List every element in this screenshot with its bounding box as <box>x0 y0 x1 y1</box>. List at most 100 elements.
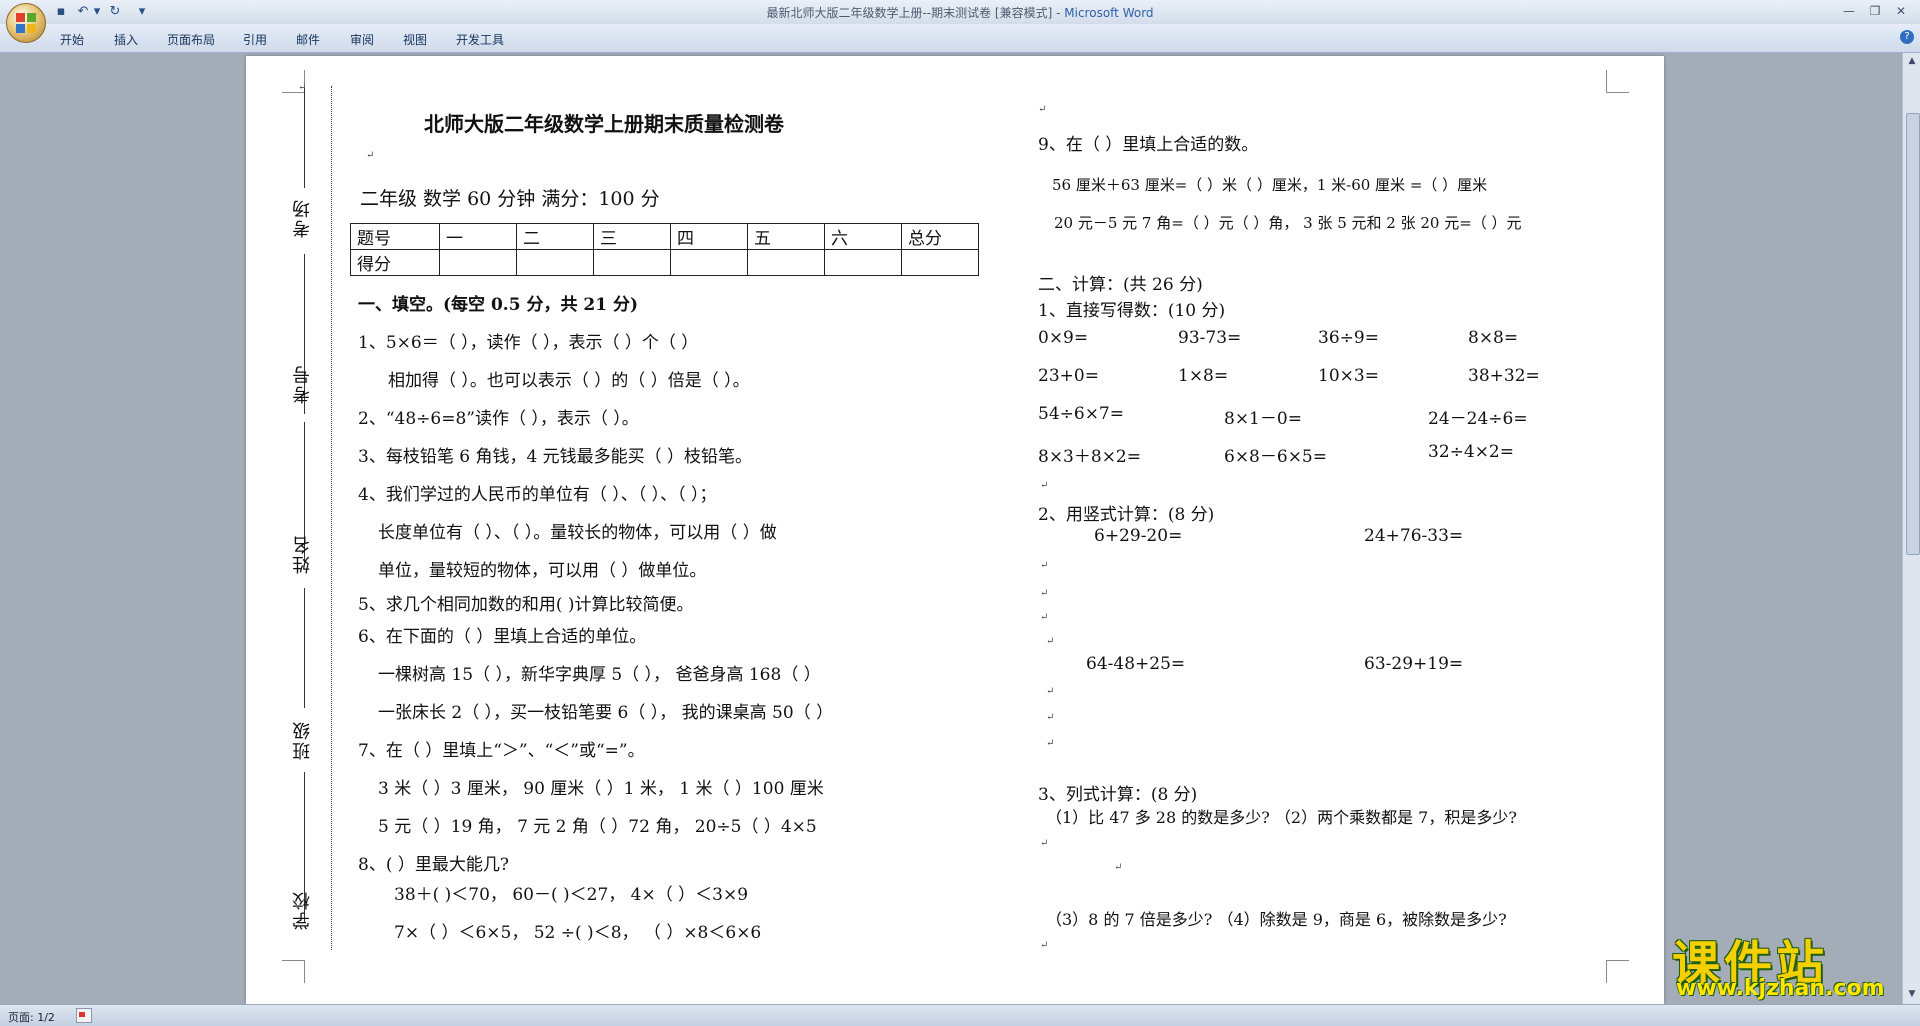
paragraph-mark: ↵ <box>366 150 375 161</box>
question-line[interactable]: 相加得（ ）。也可以表示（ ）的（ ）倍是（ ）。 <box>388 366 750 391</box>
table-cell-empty[interactable] <box>670 249 748 276</box>
table-cell[interactable]: 题号 <box>350 223 440 250</box>
exam-meta[interactable]: 二年级 数学 60 分钟 满分：100 分 <box>360 184 660 211</box>
calc-item[interactable]: 63-29+19= <box>1364 654 1463 674</box>
question-line[interactable]: 7×（ ）＜6×5， 52 ÷( )＜8， （ ）×8＜6×6 <box>394 918 761 943</box>
paragraph-mark: ↵ <box>1046 738 1055 749</box>
paragraph-mark: ↵ <box>1040 560 1049 571</box>
question-line[interactable]: 2、用竖式计算：(8 分) <box>1038 500 1214 525</box>
table-cell[interactable]: 一 <box>439 223 517 250</box>
question-line[interactable]: 3、每枝铅笔 6 角钱，4 元钱最多能买（ ）枝铅笔。 <box>358 442 752 467</box>
question-line[interactable]: 5、求几个相同加数的和用( )计算比较简便。 <box>358 590 693 615</box>
table-cell-empty[interactable] <box>439 249 517 276</box>
calc-item[interactable]: 1×8= <box>1178 366 1228 386</box>
table-cell-empty[interactable] <box>824 249 902 276</box>
calc-item[interactable]: 54÷6×7= <box>1038 404 1124 424</box>
tab-insert[interactable]: 插入 <box>114 31 138 48</box>
table-cell[interactable]: 得分 <box>350 249 440 276</box>
tab-review[interactable]: 审阅 <box>350 31 374 48</box>
question-line[interactable]: 一棵树高 15（ ），新华字典厚 5（ ）， 爸爸身高 168（ ） <box>378 660 821 685</box>
binding-label-name: 姓名 <box>292 534 313 574</box>
table-cell-empty[interactable] <box>901 249 979 276</box>
section-heading[interactable]: 一、填空。(每空 0.5 分，共 21 分) <box>358 290 638 315</box>
binding-line <box>304 88 305 188</box>
crop-mark <box>282 960 305 983</box>
paragraph-mark: ↵ <box>1038 104 1047 115</box>
calc-item[interactable]: 6×8－6×5= <box>1224 442 1327 467</box>
question-line[interactable]: 8、( ）里最大能几? <box>358 850 509 875</box>
calc-item[interactable]: 36÷9= <box>1318 328 1379 348</box>
table-cell[interactable]: 总分 <box>901 223 979 250</box>
calc-item[interactable]: 24－24÷6= <box>1428 404 1528 429</box>
question-line[interactable]: （1）比 47 多 28 的数是多少? （2）两个乘数都是 7，积是多少? <box>1046 804 1517 828</box>
exam-title[interactable]: 北师大版二年级数学上册期末质量检测卷 <box>424 108 784 137</box>
question-line[interactable]: 3 米（ ）3 厘米， 90 厘米（ ）1 米， 1 米（ ）100 厘米 <box>378 774 824 799</box>
restore-icon[interactable]: ❐ <box>1862 2 1888 20</box>
calc-item[interactable]: 93-73= <box>1178 328 1241 348</box>
vertical-scrollbar[interactable]: ▲ ▼ <box>1902 53 1920 1004</box>
help-icon[interactable]: ? <box>1900 30 1914 44</box>
app-name: Microsoft Word <box>1064 6 1154 20</box>
paragraph-mark: ↵ <box>1040 838 1049 849</box>
close-icon[interactable]: ✕ <box>1888 2 1914 20</box>
paragraph-mark: ↵ <box>1040 940 1049 951</box>
section-heading[interactable]: 二、计算：(共 26 分) <box>1038 270 1203 295</box>
proofing-icon[interactable] <box>76 1008 92 1023</box>
calc-item[interactable]: 8×1－0= <box>1224 404 1302 429</box>
tab-page-layout[interactable]: 页面布局 <box>167 31 215 48</box>
paragraph-mark: ↵ <box>1040 612 1049 623</box>
calc-item[interactable]: 6+29-20= <box>1094 526 1182 546</box>
table-cell[interactable]: 六 <box>824 223 902 250</box>
page-number-indicator[interactable]: 页面: 1/2 <box>8 1009 55 1025</box>
score-table-header-row: 题号 一 二 三 四 五 六 总分 <box>350 223 979 250</box>
title-bar: ▪ ↶ ▾ ↻ ▾ 最新北师大版二年级数学上册--期末测试卷 [兼容模式] - … <box>0 0 1920 24</box>
binding-dotted-line <box>331 86 332 950</box>
table-cell[interactable]: 三 <box>593 223 671 250</box>
table-cell[interactable]: 五 <box>747 223 825 250</box>
calc-item[interactable]: 0×9= <box>1038 328 1088 348</box>
status-bar: 页面: 1/2 <box>0 1004 1920 1026</box>
question-line[interactable]: 1、直接写得数：(10 分) <box>1038 296 1225 321</box>
tab-references[interactable]: 引用 <box>243 31 267 48</box>
question-line[interactable]: 一张床长 2（ ），买一枝铅笔要 6（ ）， 我的课桌高 50（ ） <box>378 698 833 723</box>
question-line[interactable]: 长度单位有（ ）、（ ）。量较长的物体，可以用（ ）做 <box>378 518 777 543</box>
calc-item[interactable]: 8×3＋8×2= <box>1038 442 1141 467</box>
question-line[interactable]: 6、在下面的（ ）里填上合适的单位。 <box>358 622 646 647</box>
question-line[interactable]: （3）8 的 7 倍是多少? （4）除数是 9，商是 6，被除数是多少? <box>1046 906 1507 930</box>
table-cell-empty[interactable] <box>593 249 671 276</box>
calc-item[interactable]: 10×3= <box>1318 366 1379 386</box>
question-line[interactable]: 4、我们学过的人民币的单位有（ ）、（ ）、（ ）； <box>358 480 717 505</box>
scroll-down-icon[interactable]: ▼ <box>1906 988 1918 1000</box>
tab-home[interactable]: 开始 <box>60 31 84 48</box>
question-line[interactable]: 38＋( )＜70， 60－( )＜27， 4×（ ）＜3×9 <box>394 880 748 905</box>
question-line[interactable]: 2、“48÷6=8”读作（ ），表示（ ）。 <box>358 404 639 429</box>
calc-item[interactable]: 23+0= <box>1038 366 1099 386</box>
calc-item[interactable]: 32÷4×2= <box>1428 442 1514 462</box>
tab-mailings[interactable]: 邮件 <box>296 31 320 48</box>
office-button[interactable] <box>6 3 46 43</box>
tab-developer[interactable]: 开发工具 <box>456 31 504 48</box>
crop-mark <box>1606 960 1629 983</box>
office-logo-icon <box>16 13 36 33</box>
question-line[interactable]: 7、在（ ）里填上“＞”、“＜”或“=”。 <box>358 736 645 761</box>
scrollbar-thumb[interactable] <box>1906 113 1920 555</box>
calc-item[interactable]: 24+76-33= <box>1364 526 1463 546</box>
table-cell[interactable]: 四 <box>670 223 748 250</box>
question-line[interactable]: 9、在（ ）里填上合适的数。 <box>1038 130 1258 155</box>
question-line[interactable]: 1、5×6＝（ ），读作（ ），表示（ ）个（ ） <box>358 328 698 353</box>
tab-view[interactable]: 视图 <box>403 31 427 48</box>
calc-item[interactable]: 8×8= <box>1468 328 1518 348</box>
document-page[interactable]: 考场 考号 姓名 班级 学校 ↵ 北师大版二年级数学上册期末质量检测卷 ↵ 二年… <box>246 56 1664 1004</box>
calc-item[interactable]: 64-48+25= <box>1086 654 1185 674</box>
question-line[interactable]: 56 厘米＋63 厘米=（ ）米（ ）厘米，1 米-60 厘米 =（ ）厘米 <box>1052 174 1487 195</box>
scroll-up-icon[interactable]: ▲ <box>1906 55 1918 67</box>
calc-item[interactable]: 38+32= <box>1468 366 1540 386</box>
question-line[interactable]: 5 元（ ）19 角， 7 元 2 角（ ）72 角， 20÷5（ ）4×5 <box>378 812 817 837</box>
question-line[interactable]: 3、列式计算：(8 分) <box>1038 780 1197 805</box>
minimize-icon[interactable]: — <box>1836 2 1862 20</box>
table-cell-empty[interactable] <box>516 249 594 276</box>
table-cell-empty[interactable] <box>747 249 825 276</box>
question-line[interactable]: 20 元－5 元 7 角=（ ）元（ ）角， 3 张 5 元和 2 张 20 元… <box>1054 212 1522 233</box>
question-line[interactable]: 单位，量较短的物体，可以用（ ）做单位。 <box>378 556 706 581</box>
table-cell[interactable]: 二 <box>516 223 594 250</box>
